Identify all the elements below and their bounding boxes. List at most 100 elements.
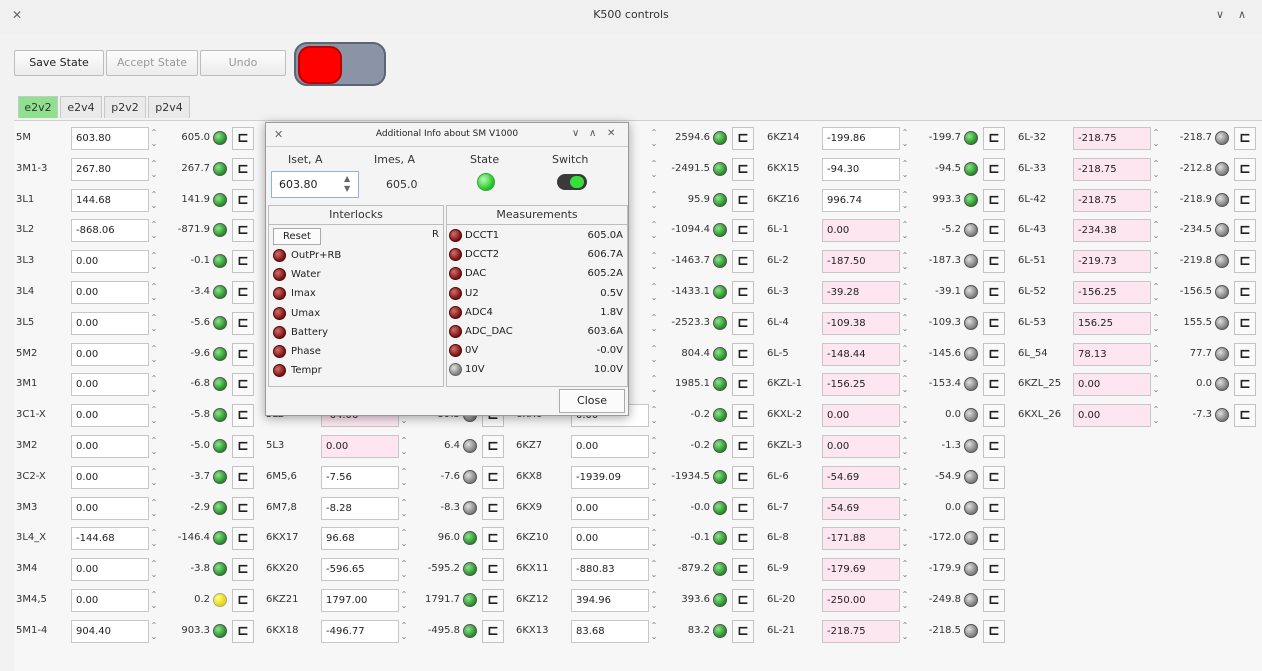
- connector-icon[interactable]: ⊏: [983, 589, 1005, 612]
- setpoint-input[interactable]: 0.00: [822, 219, 900, 243]
- connector-icon[interactable]: ⊏: [732, 589, 754, 612]
- connector-icon[interactable]: ⊏: [983, 465, 1005, 489]
- setpoint-input[interactable]: -54.69: [822, 465, 900, 489]
- connector-icon[interactable]: ⊏: [232, 496, 254, 520]
- connector-icon[interactable]: ⊏: [232, 435, 254, 458]
- setpoint-input[interactable]: -218.75: [1073, 188, 1151, 212]
- connector-icon[interactable]: ⊏: [983, 281, 1005, 304]
- connector-icon[interactable]: ⊏: [732, 311, 754, 335]
- setpoint-input[interactable]: -218.75: [1073, 157, 1151, 181]
- setpoint-input[interactable]: 0.00: [1073, 404, 1151, 428]
- setpoint-input[interactable]: 0.00: [571, 527, 649, 551]
- setpoint-input[interactable]: -144.68: [71, 527, 149, 551]
- connector-icon[interactable]: ⊏: [983, 527, 1005, 551]
- setpoint-input[interactable]: 0.00: [1073, 373, 1151, 397]
- setpoint-input[interactable]: -218.75: [822, 619, 900, 643]
- setpoint-input[interactable]: -218.75: [1073, 127, 1151, 150]
- tab-p2v4[interactable]: p2v4: [148, 96, 190, 118]
- connector-icon[interactable]: ⊏: [732, 250, 754, 274]
- connector-icon[interactable]: ⊏: [983, 157, 1005, 181]
- setpoint-input[interactable]: -234.38: [1073, 219, 1151, 243]
- connector-icon[interactable]: ⊏: [232, 311, 254, 335]
- close-button[interactable]: Close: [559, 389, 625, 413]
- setpoint-input[interactable]: -880.83: [571, 558, 649, 582]
- setpoint-input[interactable]: 83.68: [571, 619, 649, 643]
- connector-icon[interactable]: ⊏: [732, 188, 754, 212]
- connector-icon[interactable]: ⊏: [983, 558, 1005, 582]
- setpoint-input[interactable]: -171.88: [822, 527, 900, 551]
- setpoint-input[interactable]: -179.69: [822, 558, 900, 582]
- reset-button[interactable]: Reset: [273, 228, 321, 245]
- connector-icon[interactable]: ⊏: [232, 619, 254, 643]
- setpoint-input[interactable]: -148.44: [822, 342, 900, 366]
- setpoint-input[interactable]: 78.13: [1073, 342, 1151, 366]
- connector-icon[interactable]: ⊏: [732, 219, 754, 243]
- connector-icon[interactable]: ⊏: [983, 496, 1005, 520]
- maximize-icon[interactable]: ∧: [1238, 8, 1246, 21]
- connector-icon[interactable]: ⊏: [983, 373, 1005, 397]
- setpoint-input[interactable]: 904.40: [71, 619, 149, 643]
- setpoint-input[interactable]: -156.25: [822, 373, 900, 397]
- connector-icon[interactable]: ⊏: [1234, 250, 1256, 274]
- save-state-button[interactable]: Save State: [14, 50, 104, 76]
- connector-icon[interactable]: ⊏: [732, 496, 754, 520]
- connector-icon[interactable]: ⊏: [732, 619, 754, 643]
- setpoint-input[interactable]: 96.68: [321, 527, 399, 551]
- connector-icon[interactable]: ⊏: [232, 127, 254, 150]
- setpoint-input[interactable]: -868.06: [71, 219, 149, 243]
- connector-icon[interactable]: ⊏: [482, 589, 504, 612]
- connector-icon[interactable]: ⊏: [482, 496, 504, 520]
- setpoint-input[interactable]: 0.00: [71, 342, 149, 366]
- setpoint-input[interactable]: -596.65: [321, 558, 399, 582]
- setpoint-input[interactable]: 0.00: [71, 435, 149, 458]
- connector-icon[interactable]: ⊏: [232, 188, 254, 212]
- setpoint-input[interactable]: 0.00: [822, 404, 900, 428]
- connector-icon[interactable]: ⊏: [232, 465, 254, 489]
- connector-icon[interactable]: ⊏: [1234, 311, 1256, 335]
- setpoint-input[interactable]: -54.69: [822, 496, 900, 520]
- connector-icon[interactable]: ⊏: [983, 435, 1005, 458]
- dialog-minimize-icon[interactable]: ∨: [572, 128, 579, 139]
- connector-icon[interactable]: ⊏: [732, 127, 754, 150]
- setpoint-input[interactable]: 0.00: [71, 250, 149, 274]
- connector-icon[interactable]: ⊏: [983, 250, 1005, 274]
- setpoint-input[interactable]: -39.28: [822, 281, 900, 304]
- setpoint-input[interactable]: 0.00: [71, 311, 149, 335]
- setpoint-input[interactable]: 0.00: [71, 281, 149, 304]
- setpoint-input[interactable]: 394.96: [571, 589, 649, 612]
- connector-icon[interactable]: ⊏: [232, 219, 254, 243]
- dialog-close-icon[interactable]: ✕: [607, 128, 615, 139]
- connector-icon[interactable]: ⊏: [983, 404, 1005, 428]
- connector-icon[interactable]: ⊏: [983, 188, 1005, 212]
- connector-icon[interactable]: ⊏: [232, 527, 254, 551]
- setpoint-input[interactable]: 0.00: [321, 435, 399, 458]
- connector-icon[interactable]: ⊏: [983, 619, 1005, 643]
- connector-icon[interactable]: ⊏: [232, 373, 254, 397]
- tab-e2v4[interactable]: e2v4: [60, 96, 102, 118]
- connector-icon[interactable]: ⊏: [732, 527, 754, 551]
- setpoint-input[interactable]: -219.73: [1073, 250, 1151, 274]
- dialog-maximize-icon[interactable]: ∧: [589, 128, 596, 139]
- state-toggle-switch[interactable]: [294, 42, 386, 86]
- setpoint-input[interactable]: -199.86: [822, 127, 900, 150]
- connector-icon[interactable]: ⊏: [1234, 404, 1256, 428]
- connector-icon[interactable]: ⊏: [232, 157, 254, 181]
- setpoint-input[interactable]: 0.00: [571, 496, 649, 520]
- minimize-icon[interactable]: ∨: [1216, 8, 1224, 21]
- connector-icon[interactable]: ⊏: [232, 558, 254, 582]
- setpoint-input[interactable]: -94.30: [822, 157, 900, 181]
- connector-icon[interactable]: ⊏: [732, 465, 754, 489]
- connector-icon[interactable]: ⊏: [1234, 127, 1256, 150]
- connector-icon[interactable]: ⊏: [1234, 157, 1256, 181]
- setpoint-input[interactable]: 996.74: [822, 188, 900, 212]
- iset-spinner[interactable]: ▲ ▼: [344, 174, 354, 194]
- setpoint-input[interactable]: -1939.09: [571, 465, 649, 489]
- connector-icon[interactable]: ⊏: [983, 311, 1005, 335]
- setpoint-input[interactable]: 0.00: [71, 589, 149, 612]
- connector-icon[interactable]: ⊏: [732, 342, 754, 366]
- connector-icon[interactable]: ⊏: [732, 435, 754, 458]
- setpoint-input[interactable]: -7.56: [321, 465, 399, 489]
- setpoint-input[interactable]: 156.25: [1073, 311, 1151, 335]
- connector-icon[interactable]: ⊏: [732, 373, 754, 397]
- connector-icon[interactable]: ⊏: [983, 219, 1005, 243]
